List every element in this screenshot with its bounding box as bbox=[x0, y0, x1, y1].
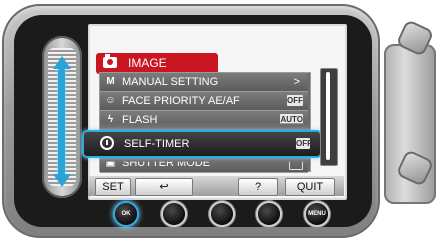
menu-title: IMAGE bbox=[128, 56, 167, 70]
slider-up-arrow-icon[interactable] bbox=[52, 56, 71, 69]
set-button[interactable]: SET bbox=[95, 178, 131, 196]
camera-icon bbox=[103, 54, 117, 68]
back-button[interactable]: ↩ bbox=[135, 178, 193, 196]
slider-down-arrow-icon[interactable] bbox=[52, 174, 71, 187]
setting-value-badge: OFF bbox=[296, 138, 312, 149]
quit-button[interactable]: QUIT bbox=[285, 178, 335, 196]
menu-button[interactable]: MENU bbox=[306, 203, 328, 225]
menu-item-label: FACE PRIORITY AE/AF bbox=[122, 95, 240, 107]
menu-item-face-priority[interactable]: ☺ FACE PRIORITY AE/AF OFF bbox=[100, 92, 308, 111]
operation-button-4[interactable] bbox=[258, 203, 280, 225]
scrollbar-thumb[interactable] bbox=[326, 72, 330, 160]
operation-button-3[interactable] bbox=[211, 203, 233, 225]
self-timer-icon bbox=[100, 136, 114, 150]
slider-highlight bbox=[58, 68, 65, 176]
manual-setting-icon: M bbox=[106, 76, 115, 87]
operation-button-2[interactable] bbox=[163, 203, 185, 225]
help-button[interactable]: ? bbox=[238, 178, 278, 196]
lcd-hinge bbox=[378, 4, 436, 238]
face-detect-icon: ☺ bbox=[105, 95, 116, 106]
ok-button[interactable]: OK bbox=[115, 203, 137, 225]
menu-item-label: SELF-TIMER bbox=[124, 138, 190, 150]
menu-header: IMAGE bbox=[96, 53, 218, 74]
setting-value-badge: OFF bbox=[287, 95, 303, 106]
menu-item-self-timer[interactable]: SELF-TIMER OFF bbox=[82, 130, 322, 158]
menu-item-manual-setting[interactable]: M MANUAL SETTING > bbox=[100, 73, 308, 92]
submenu-arrow: > bbox=[293, 76, 300, 88]
menu-item-label: MANUAL SETTING bbox=[122, 76, 219, 88]
